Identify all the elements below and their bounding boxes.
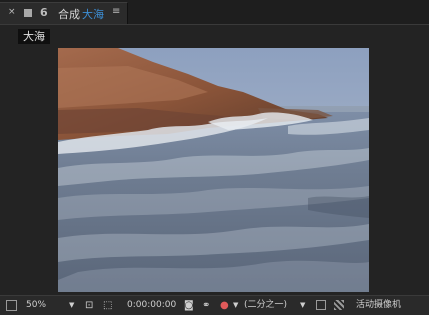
lock-toggle-icon[interactable]: 6	[40, 6, 48, 19]
panel-tab-bar: × 6 合成 大海 ≡	[0, 0, 429, 24]
panel-divider	[0, 24, 429, 25]
composition-breadcrumb[interactable]: 大海	[18, 29, 50, 44]
sea-cliff-image	[58, 48, 369, 292]
always-preview-icon[interactable]	[6, 300, 17, 311]
resolution-select[interactable]: (二分之一)	[244, 299, 287, 312]
lock-icon[interactable]	[24, 9, 32, 17]
zoom-select[interactable]: 50%	[26, 299, 46, 312]
channel-color-icon[interactable]: ●	[220, 299, 229, 312]
tab-prefix-label: 合成	[58, 8, 80, 21]
composition-name: 大海	[82, 8, 104, 21]
channel-dropdown-icon[interactable]: ▼	[233, 299, 238, 312]
active-camera-select[interactable]: 活动摄像机	[356, 299, 401, 312]
timecode-display[interactable]: 0:00:00:00	[127, 299, 176, 312]
region-of-interest-icon[interactable]	[316, 300, 326, 310]
viewer-toolbar: 50% ▼ ⊡ ⬚ 0:00:00:00 ◙ ⚭ ● ▼ (二分之一) ▼ 活动…	[0, 295, 429, 315]
show-snapshot-icon[interactable]: ⚭	[202, 299, 210, 312]
zoom-dropdown-icon[interactable]: ▼	[69, 299, 74, 312]
transparency-grid-icon[interactable]	[334, 300, 344, 310]
composition-tab[interactable]: × 6 合成 大海 ≡	[0, 2, 128, 24]
panel-menu-icon[interactable]: ≡	[112, 6, 120, 17]
fit-icon[interactable]: ⊡	[85, 299, 93, 312]
safe-area-icon[interactable]: ⬚	[103, 299, 112, 312]
close-icon[interactable]: ×	[8, 7, 16, 17]
composition-viewer[interactable]	[58, 48, 369, 292]
resolution-dropdown-icon[interactable]: ▼	[300, 299, 305, 312]
snapshot-camera-icon[interactable]: ◙	[184, 299, 194, 312]
